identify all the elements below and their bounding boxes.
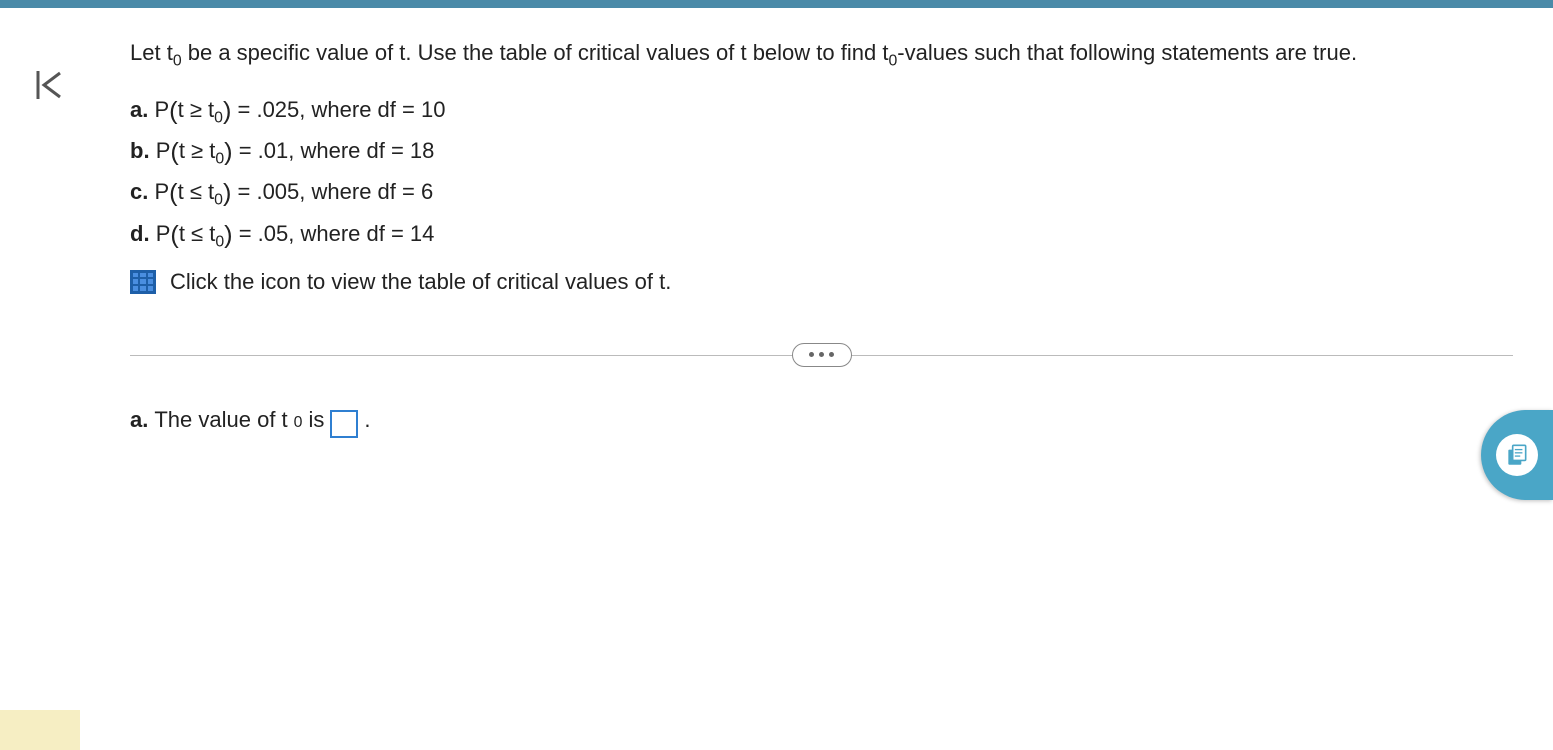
paren-open: ( xyxy=(169,92,177,131)
intro-sub1: 0 xyxy=(173,52,182,69)
table-link-text[interactable]: Click the icon to view the table of crit… xyxy=(170,265,671,299)
inequality: t ≤ t xyxy=(179,221,216,246)
help-tab-circle xyxy=(1496,434,1538,476)
intro-sub2: 0 xyxy=(888,52,897,69)
intro-text: -values such that following statements a… xyxy=(897,40,1357,65)
collapse-arrow-icon xyxy=(32,67,68,103)
problem-parts-list: a. P(t ≥ t0) = .025, where df = 10 b. P(… xyxy=(130,92,1513,255)
ellipsis-dot-icon xyxy=(829,352,834,357)
table-icon[interactable] xyxy=(130,270,156,294)
tail: = .01, where df = 18 xyxy=(233,138,435,163)
prob-p: P xyxy=(154,179,169,204)
part-b: b. P(t ≥ t0) = .01, where df = 18 xyxy=(130,133,1513,172)
ellipsis-dot-icon xyxy=(819,352,824,357)
left-highlight-strip xyxy=(0,710,80,750)
paren-open: ( xyxy=(170,133,178,172)
paren-close: ) xyxy=(224,133,232,172)
answer-label: a. xyxy=(130,403,148,437)
answer-row-a: a. The value of t 0 is . xyxy=(130,403,1513,437)
part-label: c. xyxy=(130,179,148,204)
part-c: c. P(t ≤ t0) = .005, where df = 6 xyxy=(130,174,1513,213)
expand-more-button[interactable] xyxy=(792,343,852,367)
ellipsis-dot-icon xyxy=(809,352,814,357)
tail: = .025, where df = 10 xyxy=(231,97,445,122)
answer-input-a[interactable] xyxy=(330,410,358,438)
sub: 0 xyxy=(215,151,224,168)
inequality: t ≥ t xyxy=(178,97,215,122)
intro-text: be a specific value of t. Use the table … xyxy=(182,40,889,65)
problem-intro: Let t0 be a specific value of t. Use the… xyxy=(130,36,1513,74)
prob-p: P xyxy=(156,221,171,246)
inequality: t ≤ t xyxy=(178,179,215,204)
paren-close: ) xyxy=(224,216,232,255)
inequality: t ≥ t xyxy=(179,138,216,163)
top-accent-bar xyxy=(0,0,1553,8)
table-link-row: Click the icon to view the table of crit… xyxy=(130,265,1513,299)
part-label: b. xyxy=(130,138,150,163)
section-divider xyxy=(130,343,1513,367)
collapse-sidebar-button[interactable] xyxy=(28,63,72,107)
main-column: Let t0 be a specific value of t. Use the… xyxy=(100,8,1553,750)
paren-open: ( xyxy=(170,216,178,255)
part-a: a. P(t ≥ t0) = .025, where df = 10 xyxy=(130,92,1513,131)
prob-p: P xyxy=(156,138,171,163)
sub: 0 xyxy=(214,192,223,209)
page-stack-icon xyxy=(1504,442,1530,468)
tail: = .005, where df = 6 xyxy=(231,179,433,204)
sub: 0 xyxy=(214,109,223,126)
part-label: d. xyxy=(130,221,150,246)
answer-text: is xyxy=(308,403,324,437)
intro-text: Let t xyxy=(130,40,173,65)
paren-open: ( xyxy=(169,174,177,213)
part-d: d. P(t ≤ t0) = .05, where df = 14 xyxy=(130,216,1513,255)
prob-p: P xyxy=(154,97,169,122)
part-label: a. xyxy=(130,97,148,122)
left-column xyxy=(0,8,100,750)
sub: 0 xyxy=(215,233,224,250)
content-wrapper: Let t0 be a specific value of t. Use the… xyxy=(0,8,1553,750)
answer-text: The value of t xyxy=(154,403,287,437)
answer-sub: 0 xyxy=(294,411,303,436)
answer-period: . xyxy=(364,403,370,437)
tail: = .05, where df = 14 xyxy=(233,221,435,246)
